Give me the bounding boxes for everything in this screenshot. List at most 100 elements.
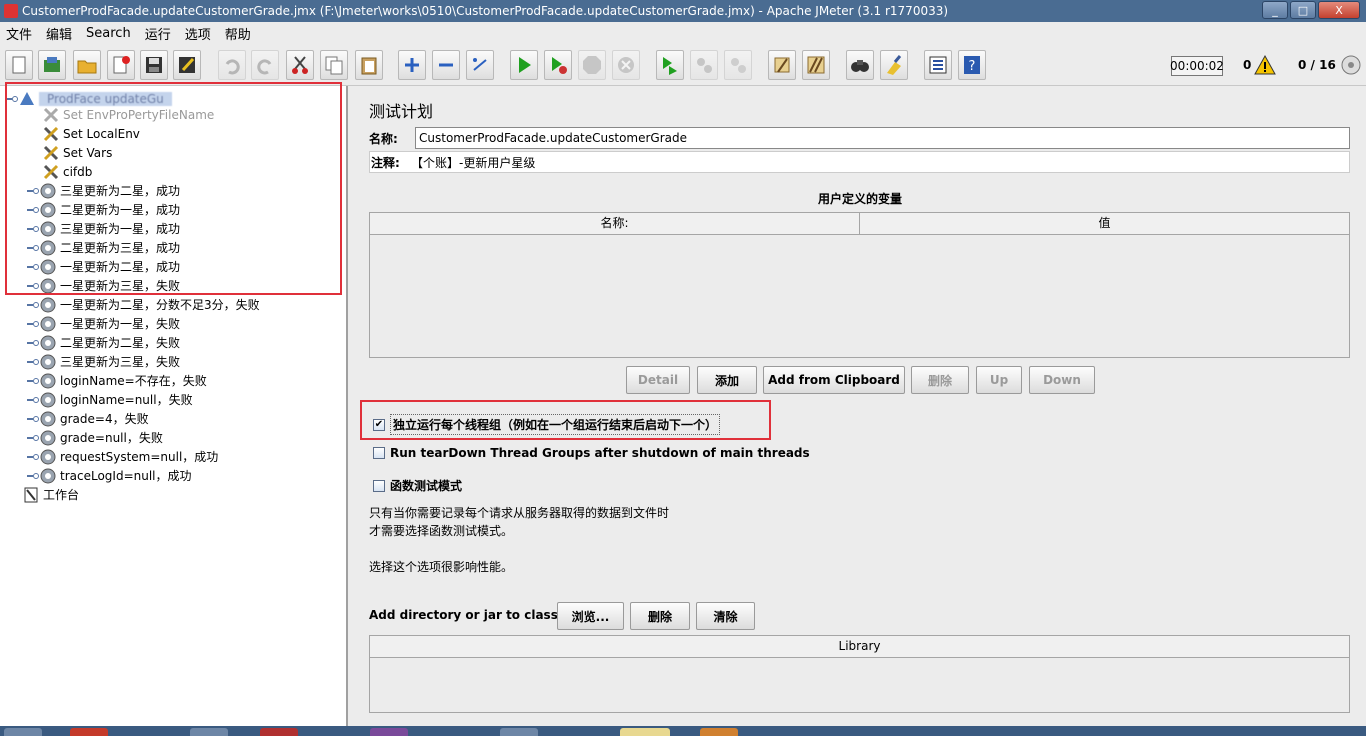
library-table[interactable]: Library: [369, 635, 1350, 713]
tree-item[interactable]: 二星更新为二星，失败: [27, 333, 180, 352]
classpath-delete-button[interactable]: 删除: [630, 602, 690, 630]
tree-workbench[interactable]: 工作台: [22, 485, 79, 504]
collapse-icon[interactable]: [432, 50, 460, 80]
taskbar-item[interactable]: [700, 728, 738, 736]
tree-item[interactable]: 一星更新为二星，分数不足3分，失败: [27, 295, 260, 314]
menu-search[interactable]: Search: [86, 26, 131, 41]
reset-search-icon[interactable]: [880, 50, 908, 80]
thread-group-icon: [40, 392, 56, 407]
save-as-icon[interactable]: [173, 50, 201, 80]
toggle-icon[interactable]: [466, 50, 494, 80]
add-button[interactable]: 添加: [697, 366, 757, 394]
taskbar-item[interactable]: [190, 728, 228, 736]
tree-item[interactable]: 三星更新为三星，失败: [27, 352, 180, 371]
expander-icon[interactable]: [27, 300, 39, 310]
templates-icon[interactable]: [38, 50, 66, 80]
menu-file[interactable]: 文件: [6, 24, 32, 43]
browse-button[interactable]: 浏览...: [557, 602, 624, 630]
redo-icon[interactable]: [251, 50, 279, 80]
menu-run[interactable]: 运行: [145, 24, 171, 43]
add-from-clipboard-button[interactable]: Add from Clipboard: [763, 366, 905, 394]
delete-button[interactable]: 删除: [911, 366, 969, 394]
teardown-option[interactable]: Run tearDown Thread Groups after shutdow…: [373, 446, 810, 460]
new-icon[interactable]: [5, 50, 33, 80]
window-controls: _ □ X: [1262, 1, 1360, 19]
tree-item[interactable]: loginName=不存在，失败: [27, 371, 207, 390]
tree-item[interactable]: loginName=null，失败: [27, 390, 193, 409]
search-icon[interactable]: [846, 50, 874, 80]
menu-edit[interactable]: 编辑: [46, 24, 72, 43]
tree-item-label: 一星更新为一星，失败: [60, 317, 181, 331]
save-icon[interactable]: [140, 50, 168, 80]
name-label: 名称:: [369, 131, 398, 146]
tree-item[interactable]: traceLogId=null，成功: [27, 466, 192, 485]
up-button[interactable]: Up: [976, 366, 1022, 394]
taskbar-item[interactable]: [4, 728, 42, 736]
functional-mode-option[interactable]: 函数测试模式: [373, 477, 462, 494]
taskbar-item[interactable]: [620, 728, 670, 736]
undo-icon[interactable]: [218, 50, 246, 80]
expander-icon[interactable]: [27, 357, 39, 367]
functional-mode-checkbox[interactable]: [373, 479, 385, 492]
remote-start-icon[interactable]: [656, 50, 684, 80]
expander-icon[interactable]: [27, 414, 39, 424]
user-variables-table[interactable]: 名称: 值: [369, 212, 1350, 358]
cut-icon[interactable]: [286, 50, 314, 80]
expander-icon[interactable]: [27, 395, 39, 405]
tree-item[interactable]: requestSystem=null，成功: [27, 447, 218, 466]
functional-mode-label: 函数测试模式: [390, 479, 463, 493]
down-button[interactable]: Down: [1029, 366, 1095, 394]
expander-icon[interactable]: [27, 452, 39, 462]
taskbar-item[interactable]: [260, 728, 298, 736]
detail-button[interactable]: Detail: [626, 366, 690, 394]
column-header-value[interactable]: 值: [860, 213, 1349, 234]
expander-icon[interactable]: [27, 319, 39, 329]
copy-icon[interactable]: [320, 50, 348, 80]
teardown-checkbox[interactable]: [373, 447, 385, 459]
close-file-icon[interactable]: [107, 50, 135, 80]
start-icon[interactable]: [510, 50, 538, 80]
thread-group-icon: [40, 354, 56, 369]
highlight-box-option: [360, 400, 771, 440]
taskbar-item[interactable]: [500, 728, 538, 736]
elapsed-timer: 00:00:02: [1170, 56, 1224, 76]
expander-icon[interactable]: [27, 338, 39, 348]
expander-icon[interactable]: [27, 376, 39, 386]
expander-icon[interactable]: [27, 433, 39, 443]
stop-icon[interactable]: [578, 50, 606, 80]
function-helper-icon[interactable]: [924, 50, 952, 80]
menu-options[interactable]: 选项: [185, 24, 211, 43]
tree-item[interactable]: grade=null，失败: [27, 428, 163, 447]
start-no-pause-icon[interactable]: [544, 50, 572, 80]
taskbar-item[interactable]: [70, 728, 108, 736]
close-button[interactable]: X: [1318, 1, 1360, 19]
maximize-button[interactable]: □: [1290, 1, 1316, 19]
library-header[interactable]: Library: [370, 636, 1349, 658]
tree-item[interactable]: grade=4，失败: [27, 409, 149, 428]
warning-icon[interactable]: [1254, 54, 1276, 76]
thread-group-icon: [40, 297, 56, 312]
clear-all-icon[interactable]: [802, 50, 830, 80]
tree-item-label: loginName=null，失败: [60, 393, 193, 407]
paste-icon[interactable]: [355, 50, 383, 80]
minimize-button[interactable]: _: [1262, 1, 1288, 19]
open-icon[interactable]: [73, 50, 101, 80]
tree-item[interactable]: 一星更新为一星，失败: [27, 314, 180, 333]
split-pane-divider[interactable]: [347, 86, 359, 726]
remote-shutdown-icon[interactable]: [724, 50, 752, 80]
expander-icon[interactable]: [27, 471, 39, 481]
taskbar-item[interactable]: [370, 728, 408, 736]
menu-help[interactable]: 帮助: [225, 24, 251, 43]
name-input[interactable]: CustomerProdFacade.updateCustomerGrade: [415, 127, 1350, 149]
shutdown-icon[interactable]: [612, 50, 640, 80]
remote-stop-icon[interactable]: [690, 50, 718, 80]
help-icon[interactable]: ?: [958, 50, 986, 80]
info-text-line: 才需要选择函数测试模式。: [369, 524, 514, 538]
thread-group-icon: [40, 335, 56, 350]
menu-bar: 文件 编辑 Search 运行 选项 帮助: [0, 22, 1366, 44]
expand-icon[interactable]: [398, 50, 426, 80]
clear-icon[interactable]: [768, 50, 796, 80]
column-header-name[interactable]: 名称:: [370, 213, 860, 234]
comment-input[interactable]: 【个账】-更新用户星级: [411, 154, 535, 171]
classpath-clear-button[interactable]: 清除: [696, 602, 755, 630]
